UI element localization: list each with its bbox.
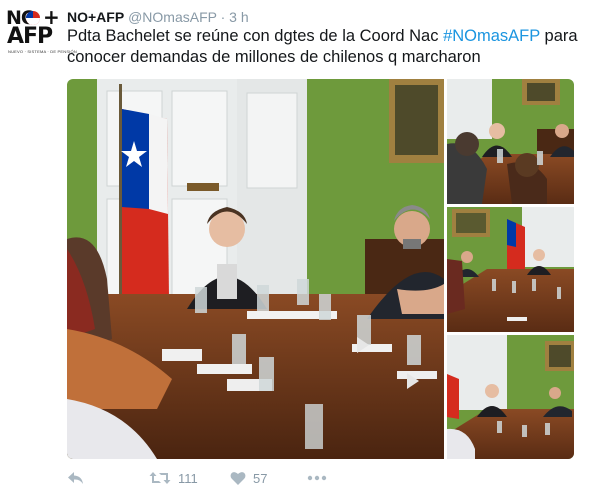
retweet-icon <box>149 470 171 486</box>
media-grid <box>67 79 574 459</box>
more-button[interactable] <box>307 466 327 490</box>
separator: · <box>220 9 226 25</box>
heart-icon <box>230 471 246 486</box>
tweet[interactable]: NO + AFP NUEVO · SISTEMA · DE PENSIÓN NO… <box>0 0 598 495</box>
display-name[interactable]: NO+AFP <box>67 9 124 25</box>
avatar[interactable]: NO + AFP NUEVO · SISTEMA · DE PENSIÓN <box>6 7 77 56</box>
tweet-actions: 111 57 <box>67 466 567 490</box>
tweet-text-part: Pdta Bachelet se reúne con dgtes de la C… <box>67 27 444 45</box>
photo-4[interactable] <box>447 335 574 459</box>
like-count: 57 <box>253 470 268 486</box>
photo-2[interactable] <box>447 79 574 204</box>
more-icon <box>307 475 327 481</box>
hashtag-link[interactable]: #NOmasAFP <box>443 27 540 45</box>
photo-main[interactable] <box>67 79 444 459</box>
like-button[interactable]: 57 <box>230 466 267 490</box>
photo-3[interactable] <box>447 207 574 332</box>
timestamp[interactable]: 3 h <box>229 9 248 25</box>
reply-button[interactable] <box>67 466 85 490</box>
handle[interactable]: @NOmasAFP <box>128 9 217 25</box>
tweet-text: Pdta Bachelet se reúne con dgtes de la C… <box>67 26 587 68</box>
chile-flag-icon <box>26 11 40 25</box>
retweet-button[interactable]: 111 <box>149 466 198 490</box>
retweet-count: 111 <box>178 470 198 486</box>
reply-icon <box>67 470 85 486</box>
tweet-header: NO+AFP @NOmasAFP · 3 h <box>67 8 249 26</box>
avatar-logo-afp: AFP <box>7 24 53 49</box>
